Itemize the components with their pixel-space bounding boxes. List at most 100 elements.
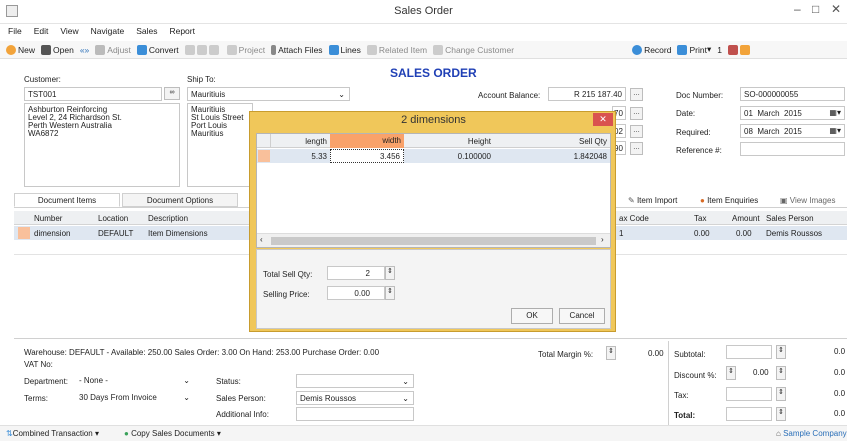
margin-spinner-icon[interactable]: ⇕ <box>606 346 616 360</box>
new-button[interactable]: New <box>6 44 35 55</box>
related-item-button[interactable]: Related Item <box>366 44 427 55</box>
reference-input[interactable] <box>740 142 845 156</box>
price-spinner-icon[interactable]: ⇕ <box>385 286 395 300</box>
scroll-left-icon[interactable]: ‹ <box>260 235 263 244</box>
ship-to-select[interactable]: Mauritiuis ⌄ <box>187 87 350 101</box>
cell-tax-code[interactable]: 1 <box>619 229 623 238</box>
cell-height[interactable]: 0.100000 <box>404 152 494 161</box>
scroll-right-icon[interactable]: › <box>601 235 604 244</box>
total-margin-value: 0.00 <box>648 349 664 358</box>
tax-spinner-icon[interactable]: ⇕ <box>776 387 786 401</box>
copy-documents-button[interactable]: ● Copy Sales Documents ▾ <box>124 429 221 438</box>
customer-address-line-4: WA6872 <box>28 129 59 138</box>
col-tax-code[interactable]: ax Code <box>619 214 649 223</box>
col-location[interactable]: Location <box>98 214 128 223</box>
calendar-icon[interactable]: ▦▾ <box>829 108 841 117</box>
cell-width[interactable]: 3.456 <box>330 149 404 163</box>
selling-price-input[interactable]: 0.00 <box>327 286 385 300</box>
col-sales-person[interactable]: Sales Person <box>766 214 814 223</box>
ok-button[interactable]: OK <box>511 308 553 324</box>
lines-button[interactable]: Lines <box>328 44 361 55</box>
col-amount[interactable]: Amount <box>732 214 760 223</box>
combined-transaction-button[interactable]: ⇅Combined Transaction ▾ <box>6 429 99 438</box>
col-number[interactable]: Number <box>34 214 62 223</box>
record-button[interactable]: Record <box>632 44 671 55</box>
menu-file[interactable]: File <box>8 26 22 36</box>
cell-sales-person[interactable]: Demis Roussos <box>766 229 822 238</box>
status-select[interactable]: ⌄ <box>296 374 414 388</box>
cell-amount[interactable]: 0.00 <box>736 229 752 238</box>
discount-pct-spinner-icon[interactable]: ⇕ <box>726 366 736 380</box>
print-button[interactable]: Print ▾ <box>677 44 711 55</box>
col-description[interactable]: Description <box>148 214 188 223</box>
menu-view[interactable]: View <box>60 26 78 36</box>
col-length[interactable]: length <box>271 137 330 146</box>
more-button-2[interactable]: … <box>630 125 643 138</box>
cell-sell-qty[interactable]: 1.842048 <box>494 152 610 161</box>
project-icon <box>226 44 237 55</box>
project-button[interactable]: Project <box>226 44 265 55</box>
menu-sales[interactable]: Sales <box>136 26 157 36</box>
convert-button[interactable]: Convert <box>136 44 179 55</box>
open-button[interactable]: Open <box>41 44 74 55</box>
table-row[interactable]: 5.33 3.456 0.100000 1.842048 <box>257 149 610 163</box>
calendar-icon[interactable]: ▦▾ <box>829 126 841 135</box>
adjust-button[interactable]: Adjust <box>95 44 131 55</box>
discount-label: Discount %: <box>674 371 717 380</box>
company-icon: ⌂ <box>776 429 781 438</box>
required-date-picker[interactable]: 08 March 2015 ▦▾ <box>740 124 845 138</box>
cell-description[interactable]: Item Dimensions <box>148 229 208 238</box>
terms-select[interactable]: 30 Days From Invoice ⌄ <box>76 391 194 405</box>
menu-report[interactable]: Report <box>169 26 195 36</box>
total-spinner-icon[interactable]: ⇕ <box>776 407 786 421</box>
view-images-button[interactable]: ▣ View Images <box>780 196 835 205</box>
tab-document-options[interactable]: Document Options <box>122 193 238 207</box>
ship-address-box[interactable]: Mauritiuis St Louis Street Port Louis Ma… <box>187 103 253 187</box>
menu-edit[interactable]: Edit <box>34 26 49 36</box>
additional-info-input[interactable] <box>296 407 414 421</box>
balance-more-button[interactable]: … <box>630 88 643 101</box>
dialog-close-icon[interactable]: ✕ <box>593 113 613 126</box>
date-picker[interactable]: 01 March 2015 ▦▾ <box>740 106 845 120</box>
attach-files-button[interactable]: Attach Files <box>271 44 323 55</box>
close-icon[interactable]: ✕ <box>831 2 841 16</box>
customer-code-input[interactable]: TST001 <box>24 87 162 101</box>
discount-spinner-icon[interactable]: ⇕ <box>776 366 786 380</box>
item-import-button[interactable]: ✎ Item Import <box>628 196 677 205</box>
cell-location[interactable]: DEFAULT <box>98 229 133 238</box>
tab-document-items[interactable]: Document Items <box>14 193 120 207</box>
doc-number-input[interactable]: SO-000000055 <box>740 87 845 101</box>
more-button-1[interactable]: … <box>630 107 643 120</box>
cancel-button[interactable]: Cancel <box>559 308 605 324</box>
sell-qty-spinner-icon[interactable]: ⇕ <box>385 266 395 280</box>
subtotal-spinner-icon[interactable]: ⇕ <box>776 345 786 359</box>
change-customer-button[interactable]: Change Customer <box>433 44 514 55</box>
sales-person-select[interactable]: Demis Roussos ⌄ <box>296 391 414 405</box>
prev-next-buttons[interactable]: «» <box>80 45 89 55</box>
col-height[interactable]: Height <box>404 137 494 146</box>
company-indicator[interactable]: ⌂ Sample Company <box>776 429 847 438</box>
col-width[interactable]: width <box>330 134 404 148</box>
total-sell-qty-input[interactable]: 2 <box>327 266 385 280</box>
tax-label: Tax: <box>674 391 689 400</box>
cell-number[interactable]: dimension <box>34 229 70 238</box>
col-sell-qty[interactable]: Sell Qty <box>494 137 610 146</box>
minimize-icon[interactable]: – <box>794 2 801 16</box>
menu-navigate[interactable]: Navigate <box>91 26 125 36</box>
chevron-down-icon: ⌄ <box>402 377 409 386</box>
col-tax[interactable]: Tax <box>694 214 706 223</box>
grid-bottom-line <box>14 338 847 339</box>
horizontal-scrollbar[interactable]: ‹ › <box>257 233 610 247</box>
chevron-down-icon: ⌄ <box>183 376 190 385</box>
item-enquiries-button[interactable]: ● Item Enquiries <box>700 196 758 205</box>
maximize-icon[interactable]: □ <box>812 2 819 16</box>
department-select[interactable]: - None - ⌄ <box>76 374 194 388</box>
customer-lookup-button[interactable]: ∞ <box>164 87 180 100</box>
more-button-3[interactable]: … <box>630 142 643 155</box>
print-count[interactable]: 1 <box>717 45 722 55</box>
cell-length[interactable]: 5.33 <box>271 152 330 161</box>
scroll-thumb[interactable] <box>271 237 596 245</box>
discount-pct-value[interactable]: 0.00 <box>753 368 769 377</box>
cell-tax[interactable]: 0.00 <box>694 229 710 238</box>
customer-address-box[interactable]: Ashburton Reinforcing Level 2, 24 Richar… <box>24 103 180 187</box>
